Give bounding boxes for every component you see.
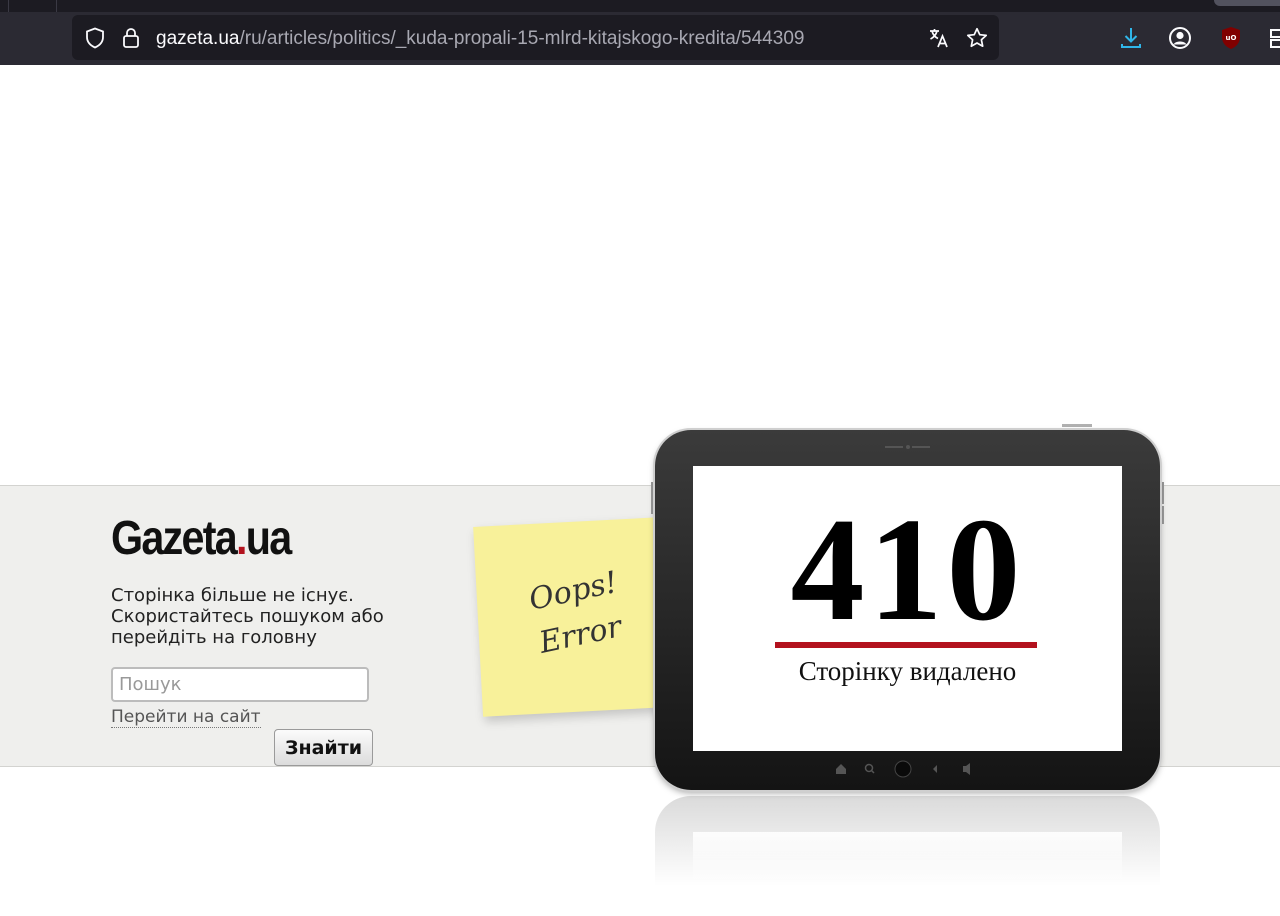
tab-separator — [8, 0, 9, 12]
ublock-icon[interactable]: uO — [1218, 25, 1244, 51]
message-line: Сторінка більше не існує. — [111, 585, 354, 606]
bookmark-star-icon[interactable] — [965, 26, 989, 50]
tablet-screen: 410 Сторінку видалено — [693, 466, 1122, 751]
address-bar[interactable]: gazeta.ua/ru/articles/politics/_kuda-pro… — [72, 15, 999, 60]
tab-strip — [0, 0, 1280, 12]
tab-separator — [56, 0, 57, 12]
note-line-oops: Oops! — [525, 564, 621, 618]
browser-toolbar: gazeta.ua/ru/articles/politics/_kuda-pro… — [0, 12, 1280, 65]
tablet-side-button — [651, 482, 654, 514]
svg-text:uO: uO — [1226, 34, 1237, 42]
tablet-side-button — [1161, 482, 1164, 504]
download-icon[interactable] — [1118, 25, 1144, 51]
url-text[interactable]: gazeta.ua/ru/articles/politics/_kuda-pro… — [156, 28, 804, 50]
tablet-illustration: 410 Сторінку видалено — [655, 430, 1160, 790]
message-line: Скористайтесь пошуком або — [111, 606, 384, 627]
account-icon[interactable] — [1167, 25, 1193, 51]
page-deleted-text: Сторінку видалено — [798, 656, 1017, 686]
url-host: gazeta.ua — [156, 28, 240, 49]
tablet-top-button — [1062, 424, 1092, 427]
error-code: 410 — [790, 488, 1025, 652]
logo-main: Gazeta — [111, 512, 238, 565]
translate-icon[interactable] — [927, 26, 951, 50]
tablet-reflection — [655, 796, 1160, 892]
active-tab-edge[interactable] — [1214, 0, 1280, 6]
extensions-icon[interactable] — [1268, 25, 1280, 51]
go-to-site-link[interactable]: Перейти на сайт — [111, 707, 261, 728]
tablet-nav-icons — [836, 760, 970, 778]
logo-dot: . — [236, 512, 248, 565]
tablet-speaker-icon — [885, 445, 930, 449]
search-input[interactable] — [111, 667, 369, 702]
shield-icon[interactable] — [83, 26, 107, 50]
tablet-reflection-screen — [693, 832, 1122, 892]
find-button[interactable]: Знайти — [274, 729, 373, 766]
red-underline — [775, 642, 1037, 648]
note-line-error: Error — [536, 609, 625, 661]
message-line: перейдіть на головну — [111, 627, 317, 648]
tablet-side-button — [1161, 506, 1164, 524]
site-logo[interactable]: Gazeta.ua — [111, 511, 292, 566]
sticky-note: Oops! Error — [473, 517, 669, 717]
error-message: Сторінка більше не існує. Скористайтесь … — [111, 585, 431, 648]
url-path: /ru/articles/politics/_kuda-propali-15-m… — [239, 28, 805, 49]
lock-icon[interactable] — [119, 26, 143, 50]
logo-tld: ua — [245, 512, 292, 565]
